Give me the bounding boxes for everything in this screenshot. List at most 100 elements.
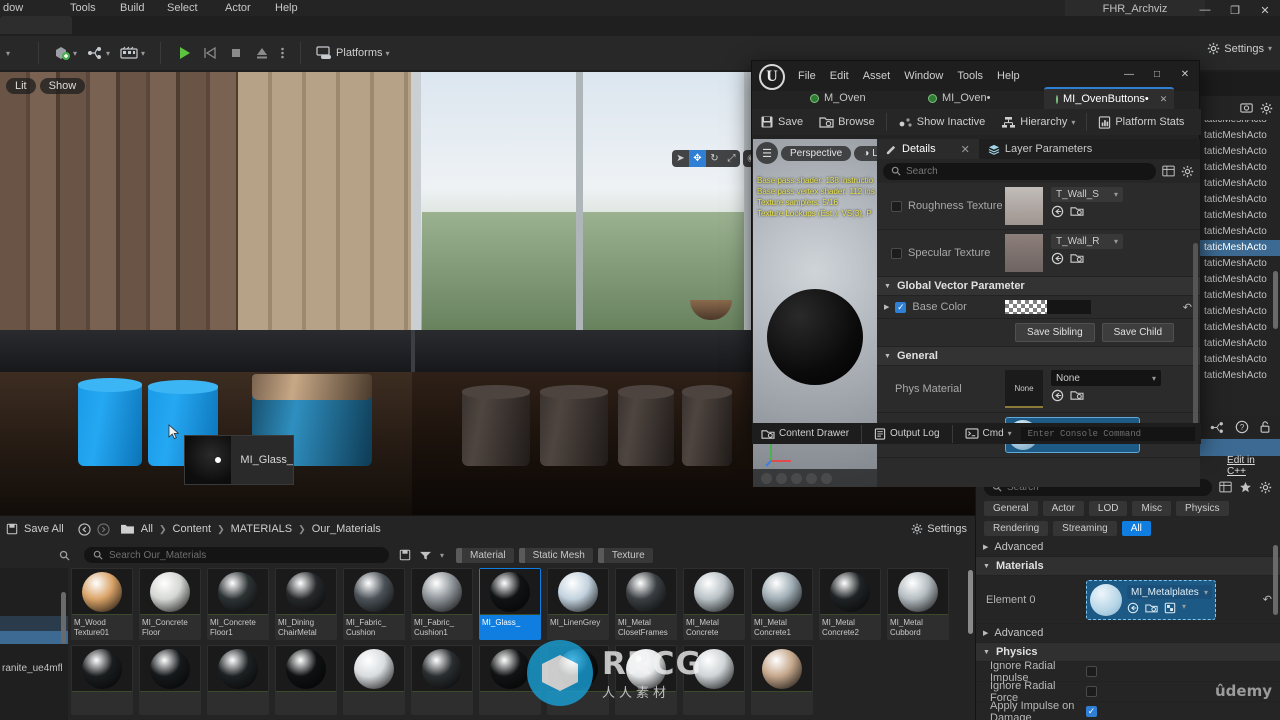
asset-tile[interactable]: MI_Fabric_ Cushion1 xyxy=(411,568,473,640)
mie-details-scrollbar[interactable] xyxy=(1193,243,1198,443)
tree-item-highlight[interactable] xyxy=(0,616,68,631)
play-button[interactable] xyxy=(171,42,197,64)
breadcrumb-content[interactable]: Content xyxy=(173,523,212,535)
blueprint-button[interactable]: ▾ xyxy=(82,42,115,64)
asset-tile[interactable]: M_Wood Texture01 xyxy=(71,568,133,640)
asset-tile[interactable]: MI_Metal Concrete2 xyxy=(819,568,881,640)
outliner-row[interactable]: taticMeshActo xyxy=(1200,208,1280,224)
global-vector-section-header[interactable]: ▼ Global Vector Parameter xyxy=(877,277,1200,296)
revert-icon[interactable]: ↶ xyxy=(1263,593,1272,606)
find-in-browser-icon[interactable] xyxy=(1070,252,1084,264)
details-scrollbar[interactable] xyxy=(1273,545,1278,615)
mie-menu-item-window[interactable]: Window xyxy=(904,70,943,82)
tab-layer-parameters[interactable]: Layer Parameters xyxy=(979,139,1101,159)
physics-property-checkbox[interactable] xyxy=(1086,666,1097,677)
material-asset-picker[interactable]: MI_Metalplates ▾ ▾ xyxy=(1086,579,1216,620)
lock-icon[interactable] xyxy=(1259,420,1271,434)
save-sibling-button[interactable]: Save Sibling xyxy=(1015,323,1095,342)
menu-item-select[interactable]: Select xyxy=(167,0,198,16)
type-chip-material[interactable]: Material xyxy=(456,547,514,563)
base-color-swatch[interactable] xyxy=(1005,300,1091,314)
world-outliner-panel[interactable]: ype taticMeshActotaticMeshActotaticMeshA… xyxy=(1200,96,1280,446)
scale-tool-icon[interactable]: ⤢ xyxy=(723,150,740,167)
mie-menu-item-edit[interactable]: Edit xyxy=(830,70,849,82)
outliner-row[interactable]: taticMeshActo xyxy=(1200,160,1280,176)
level-tab[interactable] xyxy=(0,16,72,34)
preview-lighting-button[interactable]: ◑ L xyxy=(854,145,877,161)
asset-tile[interactable] xyxy=(751,645,813,715)
components-icon[interactable] xyxy=(1210,421,1225,434)
asset-grid[interactable]: M_Wood Texture01 MI_Concrete Floor MI_Conc… xyxy=(70,568,975,720)
grid-view-icon[interactable] xyxy=(1219,481,1232,493)
filter-icon[interactable] xyxy=(419,550,432,561)
type-chip-static-mesh[interactable]: Static Mesh xyxy=(518,547,593,563)
texture-asset-dropdown[interactable]: T_Wall_S ▾ xyxy=(1051,187,1123,202)
tab-details[interactable]: Details ✕ xyxy=(877,139,979,159)
details-filter-general[interactable]: General xyxy=(984,500,1038,516)
texture-asset-dropdown[interactable]: T_Wall_R ▾ xyxy=(1051,234,1123,249)
minimize-icon[interactable]: — xyxy=(1115,61,1143,87)
eject-button[interactable] xyxy=(249,42,275,64)
asset-tile[interactable]: MI_Glass_ xyxy=(479,568,541,640)
find-in-browser-icon[interactable] xyxy=(1070,389,1084,401)
outliner-row[interactable]: taticMeshActo xyxy=(1200,192,1280,208)
mie-tab-miovenbuttons[interactable]: MI_OvenButtons• ✕ xyxy=(1044,87,1174,109)
use-selected-icon[interactable] xyxy=(1164,602,1176,614)
asset-tile[interactable] xyxy=(343,645,405,715)
save-all-label[interactable]: Save All xyxy=(24,523,64,535)
chevron-right-icon[interactable]: ▶ xyxy=(884,303,889,311)
outliner-scrollbar[interactable] xyxy=(1273,271,1278,329)
outliner-row[interactable]: taticMeshActo xyxy=(1200,336,1280,352)
find-in-browser-icon[interactable] xyxy=(1145,602,1158,614)
asset-grid-scrollbar[interactable] xyxy=(968,570,973,634)
asset-tile[interactable] xyxy=(71,645,133,715)
tree-item-selected[interactable] xyxy=(0,631,68,644)
menu-item-build[interactable]: Build xyxy=(120,0,144,16)
tree-search-button[interactable] xyxy=(0,542,78,568)
cmd-button[interactable]: Cmd ▾ xyxy=(956,423,1021,444)
advanced-section-2[interactable]: ▶ Advanced xyxy=(976,624,1280,643)
console-command-input[interactable]: Enter Console Command xyxy=(1020,426,1195,441)
forward-icon[interactable] xyxy=(97,522,110,536)
outliner-row[interactable]: taticMeshActo xyxy=(1200,288,1280,304)
material-dropdown[interactable]: MI_Metalplates ▾ xyxy=(1127,585,1212,599)
favorite-star-icon[interactable] xyxy=(1239,481,1252,494)
gear-icon[interactable] xyxy=(1181,165,1194,178)
close-icon[interactable]: ✕ xyxy=(1160,94,1168,105)
details-filter-lod[interactable]: LOD xyxy=(1088,500,1128,516)
menu-item-help[interactable]: Help xyxy=(275,0,298,16)
asset-tile[interactable] xyxy=(411,645,473,715)
browse-to-asset-icon[interactable] xyxy=(1127,602,1139,614)
outliner-row[interactable]: taticMeshActo xyxy=(1200,368,1280,384)
menu-item-window[interactable]: dow xyxy=(3,0,23,16)
chevron-down-icon[interactable]: ▾ xyxy=(1182,602,1186,614)
preview-menu-icon[interactable]: ☰ xyxy=(756,142,778,164)
save-child-button[interactable]: Save Child xyxy=(1101,323,1174,342)
platforms-button[interactable]: Platforms ▾ xyxy=(311,43,394,63)
general-section-header[interactable]: ▼ General xyxy=(877,347,1200,366)
asset-tile[interactable]: MI_Metal Cubbord xyxy=(887,568,949,640)
details-filter-actor[interactable]: Actor xyxy=(1042,500,1084,516)
material-instance-editor-window[interactable]: U File Edit Asset Window Tools Help — □ ✕ M_O… xyxy=(751,60,1201,487)
asset-tile[interactable]: MI_Metal Concrete xyxy=(683,568,745,640)
breadcrumb-our-materials[interactable]: Our_Materials xyxy=(312,523,381,535)
advanced-section-1[interactable]: ▶ Advanced xyxy=(976,538,1280,557)
outliner-row[interactable]: taticMeshActo xyxy=(1200,240,1280,256)
toolbar-left-stub[interactable]: ▾ xyxy=(0,40,34,66)
save-search-icon[interactable] xyxy=(1240,102,1253,114)
maximize-icon[interactable]: □ xyxy=(1143,61,1171,87)
mie-platform-stats-button[interactable]: Platform Stats xyxy=(1090,113,1192,132)
move-tool-icon[interactable]: ✥ xyxy=(689,150,706,167)
materials-section-header[interactable]: ▼ Materials xyxy=(976,557,1280,576)
asset-tile[interactable]: MI_Dining ChairMetal xyxy=(275,568,337,640)
gear-icon[interactable] xyxy=(1259,481,1272,494)
asset-tile[interactable]: MI_Concrete Floor1 xyxy=(207,568,269,640)
help-icon[interactable]: ? xyxy=(1235,420,1249,434)
viewport-show-menu-button[interactable]: Show xyxy=(39,78,86,94)
browse-to-asset-icon[interactable] xyxy=(1051,389,1064,402)
breadcrumb-all[interactable]: All xyxy=(141,523,153,535)
asset-tile[interactable]: MI_Metal Concrete1 xyxy=(751,568,813,640)
select-tool-icon[interactable]: ➤ xyxy=(672,150,689,167)
browse-to-asset-icon[interactable] xyxy=(1051,252,1064,265)
outliner-row[interactable]: taticMeshActo xyxy=(1200,144,1280,160)
